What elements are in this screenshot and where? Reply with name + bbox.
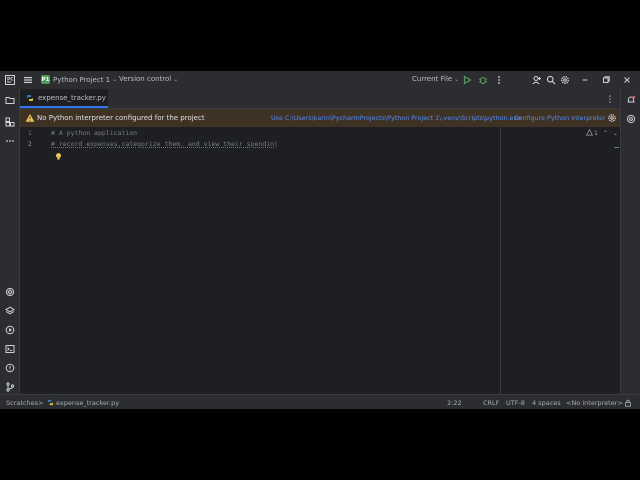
python-file-icon [47, 395, 54, 409]
project-selector[interactable]: P1 Python Project 1 ⌄ [41, 75, 117, 84]
title-bar: PC P1 Python Project 1 ⌄ Version control… [0, 71, 640, 89]
code-line[interactable]: # record expenses,categorize them, and v… [51, 140, 278, 148]
line-number-gutter: 1 2 [20, 127, 48, 394]
warning-icon [24, 112, 36, 124]
code-line[interactable]: # A python application [51, 129, 137, 137]
tab-expense-tracker[interactable]: expense_tracker.py [20, 89, 108, 108]
editor-tab-bar: expense_tracker.py [20, 89, 620, 109]
ide-window: PC P1 Python Project 1 ⌄ Version control… [0, 71, 640, 409]
git-icon[interactable] [4, 381, 15, 392]
run-config-label: Current File [412, 75, 453, 83]
right-margin-guide [500, 127, 501, 394]
run-icon[interactable] [461, 74, 473, 86]
warning-triangle-icon [585, 128, 594, 138]
breadcrumb-separator: > [38, 398, 44, 407]
breadcrumb-file[interactable]: expense_tracker.py [56, 395, 119, 409]
line-number: 1 [28, 130, 32, 137]
right-tool-strip [620, 89, 640, 394]
debug-icon[interactable] [477, 74, 489, 86]
more-tools-icon[interactable] [4, 135, 15, 146]
tab-options-icon[interactable] [604, 93, 616, 105]
pycharm-logo-icon[interactable]: PC [4, 74, 16, 86]
python-file-icon [26, 94, 34, 102]
caret-position[interactable]: 2:22 [447, 395, 462, 409]
problems-icon[interactable] [4, 362, 15, 373]
python-packages-icon[interactable] [4, 286, 15, 297]
layers-icon[interactable] [4, 305, 15, 316]
configure-interpreter-link[interactable]: Configure Python interpreter [514, 114, 606, 122]
search-icon[interactable] [545, 74, 557, 86]
line-separator[interactable]: CRLF [483, 395, 499, 409]
interpreter-warning-banner: No Python interpreter configured for the… [20, 109, 620, 127]
interpreter-status[interactable]: <No interpreter> [566, 395, 623, 409]
status-bar: Scratches > expense_tracker.py 2:22 CRLF… [0, 394, 640, 409]
indent-setting[interactable]: 4 spaces [532, 395, 561, 409]
restore-icon[interactable] [600, 74, 612, 86]
structure-icon[interactable] [4, 116, 15, 127]
lock-icon[interactable] [624, 395, 632, 409]
file-encoding[interactable]: UTF-8 [506, 395, 525, 409]
notifications-icon[interactable] [625, 94, 636, 105]
run-configuration-selector[interactable]: Current File ⌄ [412, 75, 459, 83]
chevron-down-icon: ⌄ [112, 76, 118, 83]
svg-text:PC: PC [7, 77, 14, 83]
settings-icon[interactable] [559, 74, 571, 86]
code-editor[interactable]: 1 2 # A python application # record expe… [20, 127, 620, 394]
inspection-widget[interactable]: 1 ⌃ ⌄ [585, 128, 618, 138]
main-menu-icon[interactable] [22, 74, 34, 86]
chevron-down-icon: ⌄ [454, 75, 460, 83]
more-options-icon[interactable] [493, 74, 505, 86]
add-user-icon[interactable] [531, 74, 543, 86]
ai-assistant-icon[interactable] [625, 113, 636, 124]
version-control-menu[interactable]: Version control ⌄ [119, 75, 178, 83]
close-icon[interactable] [621, 74, 633, 86]
vcs-label: Version control [119, 75, 172, 83]
project-badge: P1 [41, 75, 50, 84]
breadcrumb-root[interactable]: Scratches [6, 395, 38, 409]
warning-message: No Python interpreter configured for the… [37, 114, 205, 122]
use-interpreter-link[interactable]: Use C:\Users\karin\PycharmProjects\Pytho… [271, 114, 521, 122]
services-run-icon[interactable] [4, 324, 15, 335]
lightbulb-icon[interactable] [52, 150, 64, 162]
line-number: 2 [28, 141, 32, 148]
minimize-icon[interactable] [579, 74, 591, 86]
project-name: Python Project 1 [53, 75, 111, 84]
left-tool-strip [0, 89, 20, 394]
banner-settings-icon[interactable] [606, 112, 618, 124]
chevron-down-icon[interactable]: ⌄ [613, 130, 618, 137]
chevron-up-icon[interactable]: ⌃ [603, 130, 608, 137]
project-folder-icon[interactable] [4, 94, 15, 105]
scroll-marker [614, 147, 619, 148]
terminal-icon[interactable] [4, 343, 15, 354]
tab-label: expense_tracker.py [38, 93, 106, 102]
chevron-down-icon: ⌄ [173, 75, 179, 83]
inspection-count: 1 [594, 130, 598, 137]
